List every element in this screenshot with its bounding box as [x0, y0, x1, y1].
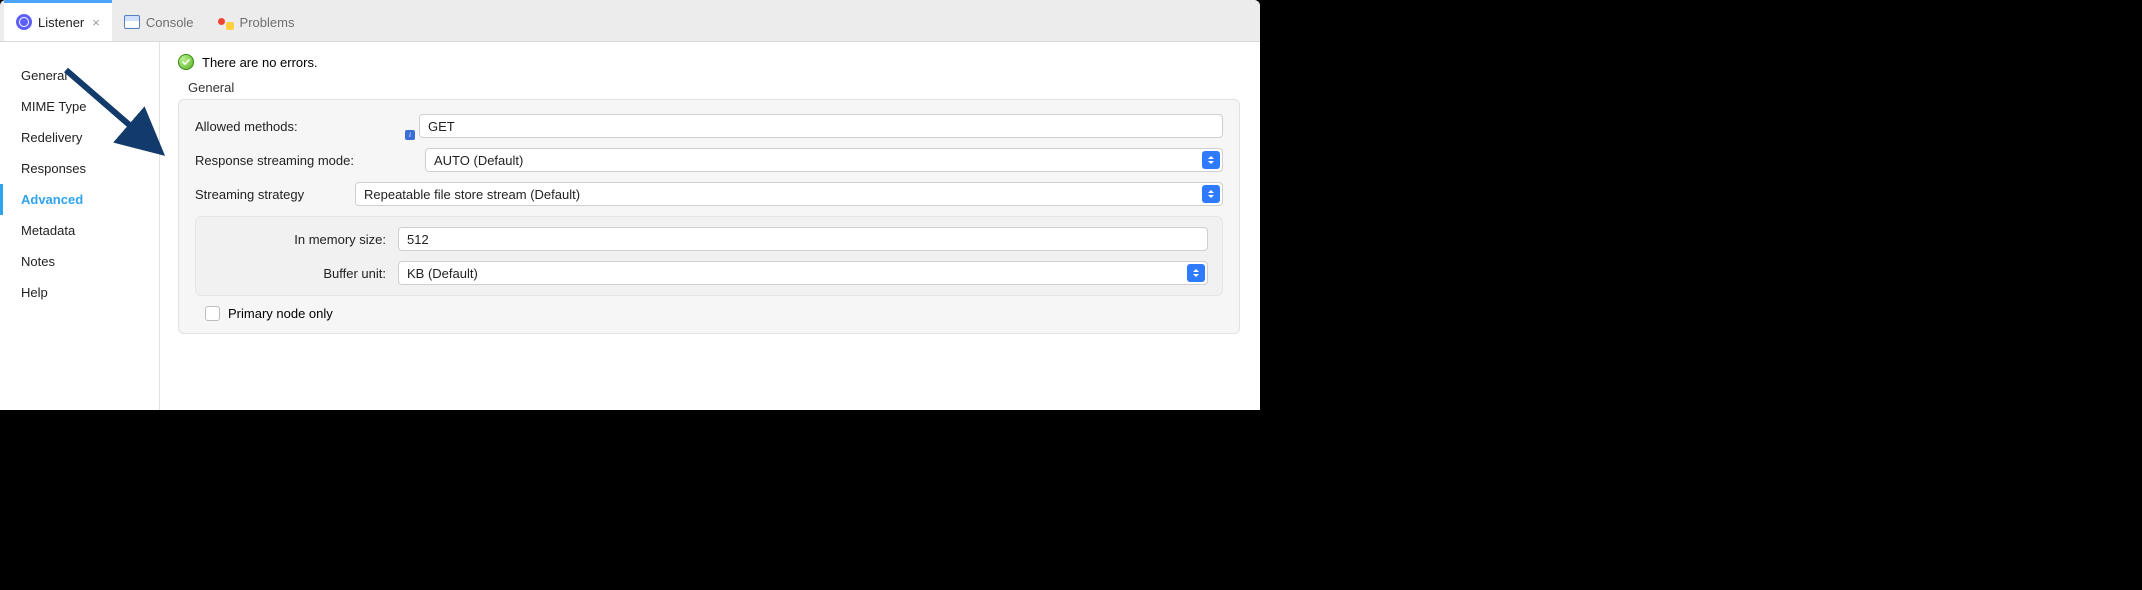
- buffer-unit-select[interactable]: KB (Default): [398, 261, 1208, 285]
- side-item-metadata[interactable]: Metadata: [0, 215, 159, 246]
- allowed-methods-label: Allowed methods:: [195, 119, 405, 134]
- close-icon[interactable]: ×: [92, 15, 100, 30]
- in-memory-size-label: In memory size:: [210, 232, 398, 247]
- response-streaming-mode-select[interactable]: AUTO (Default): [425, 148, 1223, 172]
- side-item-label: Redelivery: [21, 130, 82, 145]
- side-item-label: Help: [21, 285, 48, 300]
- chevron-updown-icon: [1187, 264, 1205, 282]
- streaming-strategy-select[interactable]: Repeatable file store stream (Default): [355, 182, 1223, 206]
- advanced-properties-pane: There are no errors. General Allowed met…: [160, 42, 1260, 410]
- tab-label: Listener: [38, 15, 84, 30]
- response-streaming-mode-label: Response streaming mode:: [195, 153, 405, 168]
- tab-console[interactable]: Console: [112, 0, 206, 41]
- primary-node-only-label: Primary node only: [228, 306, 333, 321]
- tab-bar: Listener × Console Problems: [0, 0, 1260, 42]
- side-item-label: Responses: [21, 161, 86, 176]
- chevron-updown-icon: [1202, 185, 1220, 203]
- tab-label: Console: [146, 15, 194, 30]
- side-item-notes[interactable]: Notes: [0, 246, 159, 277]
- validation-message: There are no errors.: [202, 55, 318, 70]
- general-group: Allowed methods: i Response streaming mo…: [178, 99, 1240, 334]
- chevron-updown-icon: [1202, 151, 1220, 169]
- check-icon: [178, 54, 194, 70]
- select-value: Repeatable file store stream (Default): [364, 187, 580, 202]
- section-title: General: [188, 80, 1240, 95]
- listener-icon: [16, 14, 32, 30]
- tab-problems[interactable]: Problems: [206, 0, 307, 41]
- primary-node-only-checkbox[interactable]: [205, 306, 220, 321]
- side-item-label: Notes: [21, 254, 55, 269]
- side-item-general[interactable]: General: [0, 60, 159, 91]
- tab-label: Problems: [240, 15, 295, 30]
- side-item-advanced[interactable]: Advanced: [0, 184, 159, 215]
- select-value: AUTO (Default): [434, 153, 523, 168]
- validation-status: There are no errors.: [178, 54, 1240, 70]
- streaming-strategy-subgroup: In memory size: Buffer unit: KB (Default…: [195, 216, 1223, 296]
- editor-window: Listener × Console Problems General MIME…: [0, 0, 1260, 410]
- tab-listener[interactable]: Listener ×: [4, 0, 112, 41]
- side-item-label: Metadata: [21, 223, 75, 238]
- console-icon: [124, 15, 140, 29]
- side-item-label: MIME Type: [21, 99, 87, 114]
- info-icon[interactable]: i: [405, 130, 415, 140]
- side-item-redelivery[interactable]: Redelivery: [0, 122, 159, 153]
- side-item-label: General: [21, 68, 67, 83]
- buffer-unit-label: Buffer unit:: [210, 266, 398, 281]
- select-value: KB (Default): [407, 266, 478, 281]
- problems-icon: [218, 14, 234, 30]
- side-item-responses[interactable]: Responses: [0, 153, 159, 184]
- side-item-label: Advanced: [21, 192, 83, 207]
- streaming-strategy-label: Streaming strategy: [195, 187, 355, 202]
- in-memory-size-input[interactable]: [398, 227, 1208, 251]
- allowed-methods-input[interactable]: [419, 114, 1223, 138]
- side-item-help[interactable]: Help: [0, 277, 159, 308]
- side-item-mime-type[interactable]: MIME Type: [0, 91, 159, 122]
- property-tabs: General MIME Type Redelivery Responses A…: [0, 42, 160, 410]
